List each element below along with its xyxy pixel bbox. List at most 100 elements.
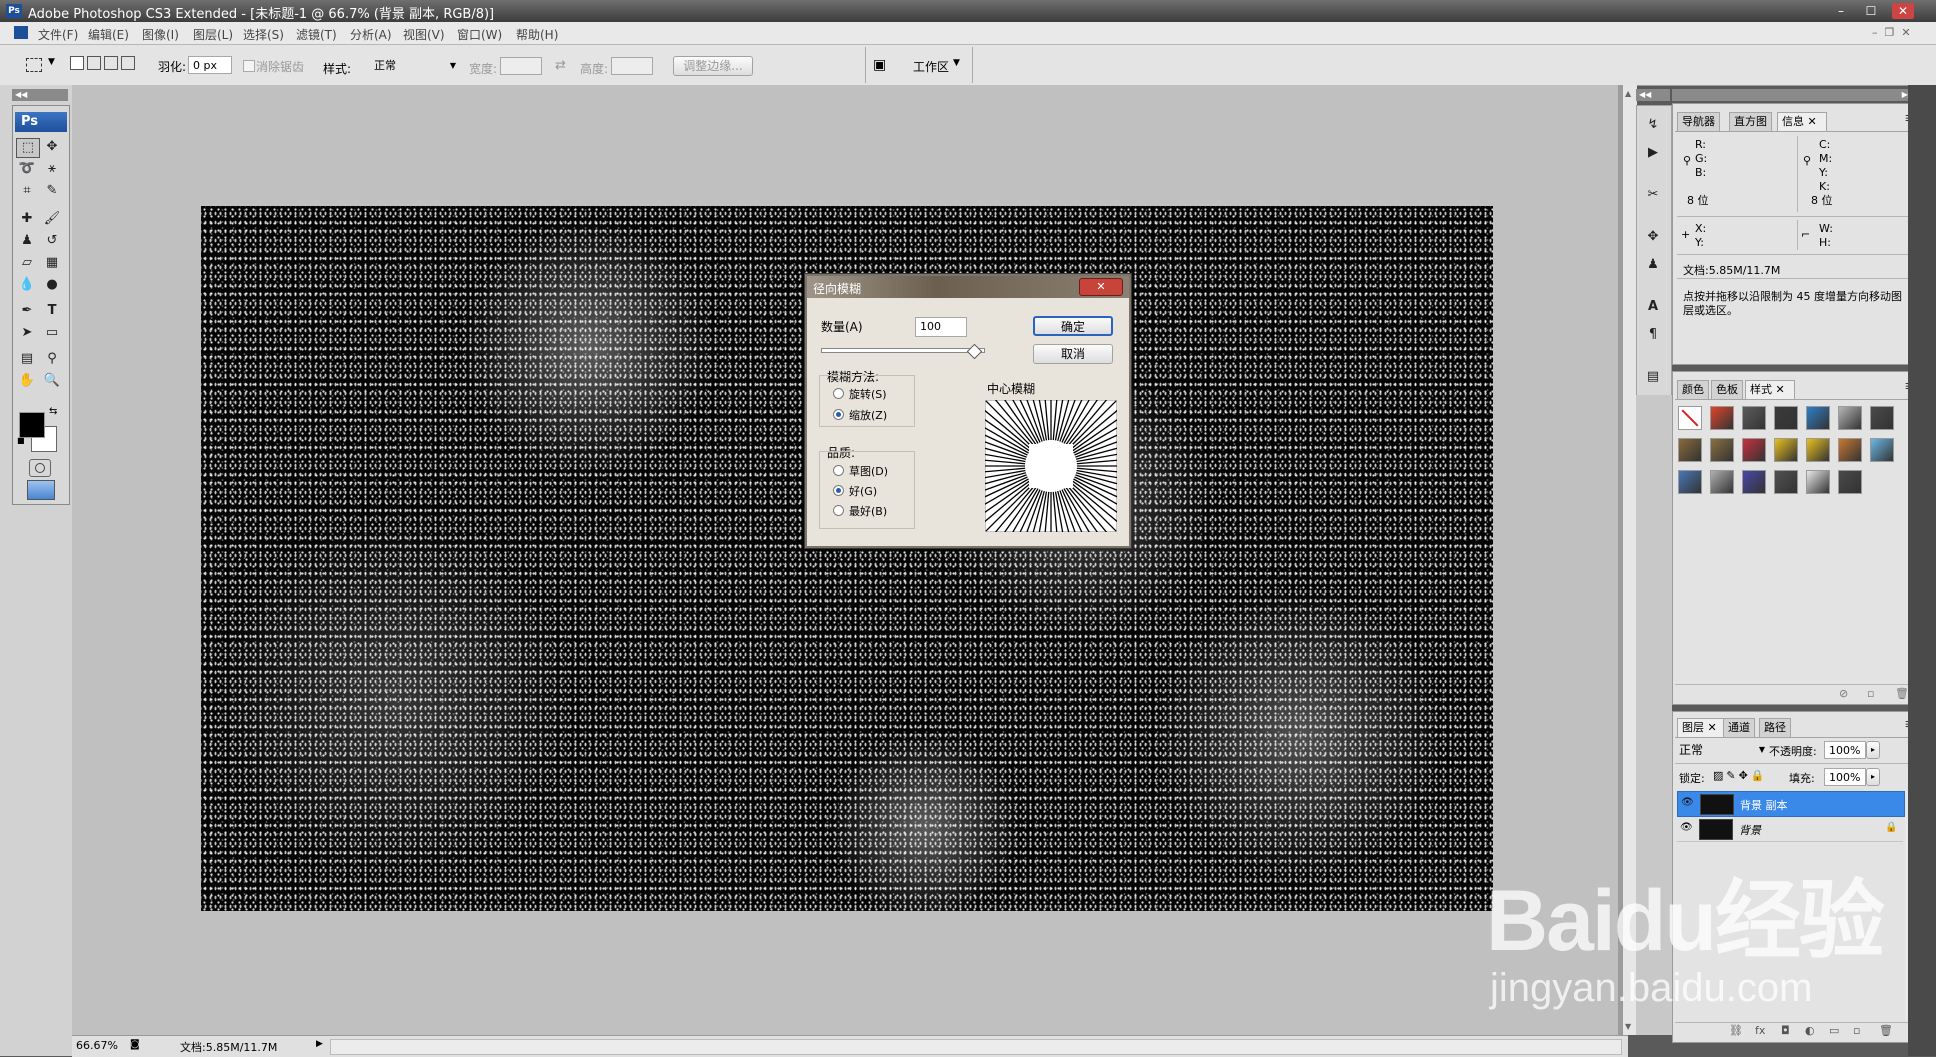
tab-color[interactable]: 颜色	[1677, 380, 1709, 399]
swap-icon[interactable]: ⇄	[555, 58, 566, 73]
menu-image[interactable]: 图像(I)	[142, 26, 179, 43]
style-swatch[interactable]	[1742, 406, 1766, 430]
style-swatch[interactable]	[1806, 438, 1830, 462]
tab-info[interactable]: 信息 ✕	[1777, 112, 1827, 131]
tab-styles[interactable]: 样式 ✕	[1745, 380, 1795, 399]
layer-name[interactable]: 背景	[1739, 822, 1761, 838]
lock-icons[interactable]: ▨✎✥🔒	[1713, 769, 1768, 782]
selection-mode-buttons[interactable]	[70, 56, 138, 74]
style-swatch[interactable]	[1870, 406, 1894, 430]
dodge-tool-icon[interactable]: ●	[41, 276, 63, 294]
tab-paths[interactable]: 路径	[1759, 718, 1791, 737]
style-swatch[interactable]	[1774, 438, 1798, 462]
quick-mask-icon[interactable]	[29, 459, 51, 477]
eye-icon[interactable]: 👁	[1680, 822, 1693, 833]
path-selection-tool-icon[interactable]: ➤	[16, 324, 38, 342]
clear-style-icon[interactable]: ⊘	[1839, 687, 1848, 700]
style-select[interactable]: 正常 ▼	[370, 57, 460, 75]
style-swatch[interactable]	[1742, 438, 1766, 462]
slice-tool-icon[interactable]: ✎	[41, 182, 63, 200]
fill-slider-button[interactable]: ▸	[1866, 768, 1880, 786]
menu-window[interactable]: 窗口(W)	[457, 26, 502, 43]
height-input[interactable]	[611, 57, 653, 75]
doc-window-controls[interactable]: – ❐ ✕	[1872, 26, 1911, 39]
blend-mode-select[interactable]: 正常 ▼	[1679, 741, 1769, 759]
move-tool-icon[interactable]: ✥	[41, 138, 63, 156]
new-style-icon[interactable]: ▫	[1867, 687, 1874, 700]
style-swatch[interactable]	[1710, 438, 1734, 462]
slider-handle[interactable]	[966, 343, 983, 360]
adjustment-icon[interactable]: ◐	[1805, 1024, 1815, 1037]
style-swatch[interactable]	[1838, 438, 1862, 462]
maximize-button[interactable]: ☐	[1860, 3, 1882, 19]
eyedropper-tool-icon[interactable]: ⚲	[41, 350, 63, 368]
style-swatch[interactable]	[1806, 406, 1830, 430]
style-swatch[interactable]	[1678, 406, 1702, 430]
mask-icon[interactable]: ◘	[1781, 1024, 1790, 1037]
layer-row[interactable]: 👁 背景 🔒	[1677, 817, 1903, 842]
panel-collapse[interactable]: ▶▶	[1672, 89, 1918, 101]
shape-tool-icon[interactable]: ▭	[41, 324, 63, 342]
type-tool-icon[interactable]: T	[41, 302, 63, 320]
style-swatch[interactable]	[1838, 406, 1862, 430]
opacity-slider-button[interactable]: ▸	[1866, 741, 1880, 759]
menu-filter[interactable]: 滤镜(T)	[296, 26, 337, 43]
menu-layer[interactable]: 图层(L)	[193, 26, 233, 43]
group-icon[interactable]: ▭	[1829, 1024, 1839, 1037]
history-icon[interactable]: ↯	[1642, 116, 1664, 134]
clone-stamp-tool-icon[interactable]: ♟	[16, 232, 38, 250]
zoom-level[interactable]: 66.67%	[76, 1039, 118, 1052]
tab-histogram[interactable]: 直方图	[1729, 112, 1772, 131]
style-swatch[interactable]	[1774, 406, 1798, 430]
style-swatch[interactable]	[1806, 470, 1830, 494]
spin-radio[interactable]	[833, 388, 844, 399]
history-brush-tool-icon[interactable]: ↺	[41, 232, 63, 250]
style-swatch[interactable]	[1710, 406, 1734, 430]
draft-radio[interactable]	[833, 465, 844, 476]
good-label[interactable]: 好(G)	[849, 483, 877, 499]
opacity-input[interactable]: 100%	[1824, 741, 1866, 759]
dialog-title-bar[interactable]: 径向模糊 ✕	[807, 276, 1129, 298]
dock-collapse[interactable]: ◀◀	[1636, 89, 1670, 101]
fx-icon[interactable]: fx	[1755, 1024, 1765, 1037]
notes-tool-icon[interactable]: ▤	[16, 350, 38, 368]
clone-source-icon[interactable]: ♟	[1642, 256, 1664, 274]
style-swatch[interactable]	[1678, 438, 1702, 462]
style-swatch[interactable]	[1870, 438, 1894, 462]
menu-select[interactable]: 选择(S)	[243, 26, 284, 43]
amount-slider[interactable]	[821, 348, 985, 353]
workspace-menu[interactable]: 工作区	[913, 58, 949, 75]
blur-center-preview[interactable]	[985, 400, 1117, 532]
layer-comps-icon[interactable]: ▤	[1642, 368, 1664, 386]
layer-name[interactable]: 背景 副本	[1740, 797, 1788, 813]
link-layers-icon[interactable]: ⛓	[1729, 1024, 1743, 1037]
refine-edge-button[interactable]: 调整边缘...	[673, 56, 753, 76]
amount-input[interactable]: 100	[915, 317, 967, 337]
close-button[interactable]: ✕	[1892, 3, 1914, 19]
palette-well-icon[interactable]: ▣	[873, 57, 886, 73]
menu-edit[interactable]: 编辑(E)	[88, 26, 129, 43]
character-icon[interactable]: A	[1642, 298, 1664, 316]
tab-navigator[interactable]: 导航器	[1677, 112, 1720, 131]
crop-tool-icon[interactable]: ⌗	[16, 182, 38, 200]
feather-input[interactable]: 0 px	[188, 56, 232, 74]
tab-layers[interactable]: 图层 ✕	[1677, 718, 1727, 737]
width-input[interactable]	[500, 57, 542, 75]
good-radio[interactable]	[833, 485, 844, 496]
eraser-tool-icon[interactable]: ▱	[16, 254, 38, 272]
screen-mode-icon[interactable]	[27, 480, 55, 500]
style-swatch[interactable]	[1838, 470, 1862, 494]
cancel-button[interactable]: 取消	[1033, 344, 1113, 364]
blur-tool-icon[interactable]: 💧	[16, 276, 38, 294]
antialias-checkbox[interactable]	[243, 60, 255, 72]
zoom-tool-icon[interactable]: 🔍	[41, 372, 63, 390]
menu-view[interactable]: 视图(V)	[403, 26, 445, 43]
rect-marquee-tool-icon[interactable]: ⬚	[16, 138, 40, 158]
gradient-tool-icon[interactable]: ▦	[41, 254, 63, 272]
magic-wand-tool-icon[interactable]: ⚹	[41, 160, 63, 178]
fill-input[interactable]: 100%	[1824, 768, 1866, 786]
pen-tool-icon[interactable]: ✒	[16, 302, 38, 320]
horizontal-scrollbar[interactable]	[330, 1039, 1622, 1055]
dialog-close-button[interactable]: ✕	[1079, 278, 1123, 296]
lasso-tool-icon[interactable]: ➰	[16, 160, 38, 178]
